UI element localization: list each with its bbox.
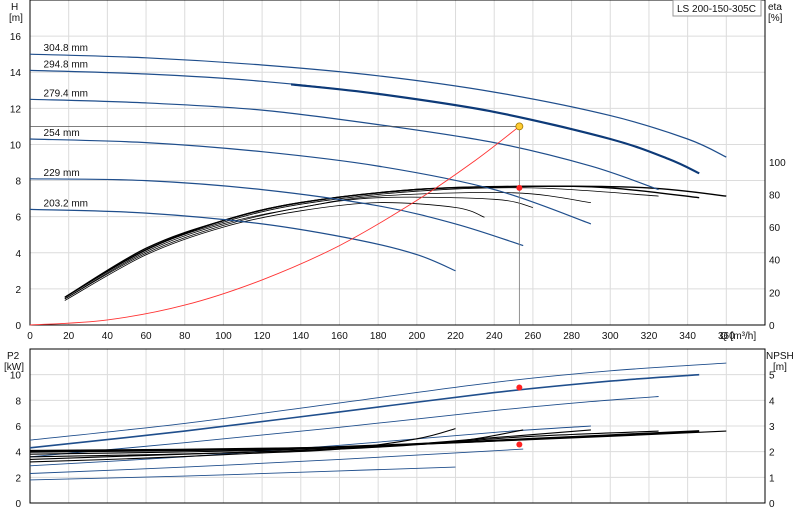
eta-tick-label: 60 <box>769 223 781 234</box>
head-axis-label: H <box>11 2 18 13</box>
title-box-group: LS 200-150-305C <box>672 0 762 17</box>
eta-tick-label: 20 <box>769 288 781 299</box>
npsh-axis-unit: [m] <box>773 362 787 373</box>
power-tick-label: 0 <box>15 499 21 510</box>
power-tick-label: 4 <box>15 448 21 459</box>
head-curve-label: 203.2 mm <box>44 198 88 209</box>
pump-curve-page: 0 20 40 60 80 100 120 140 160 180 200 220 240 260 280 3… <box>0 0 800 520</box>
x-tick-label: 240 <box>486 331 503 342</box>
x-tick-label: 120 <box>254 331 271 342</box>
head-tick-label: 4 <box>15 249 21 260</box>
head-tick-label: 2 <box>15 285 21 296</box>
power-tick-label: 6 <box>15 422 21 433</box>
npsh-axis-label: NPSH <box>766 351 794 362</box>
duty-point-head-marker <box>515 122 524 131</box>
x-tick-label: 100 <box>215 331 232 342</box>
head-tick-label: 6 <box>15 213 21 224</box>
head-panel-frame <box>29 0 766 326</box>
head-curve <box>29 69 700 174</box>
duty-point-npsh-marker <box>516 441 523 448</box>
x-tick-label: 320 <box>641 331 658 342</box>
efficiency-curve <box>64 202 485 301</box>
efficiency-curve <box>64 187 659 298</box>
head-tick-label: 0 <box>15 321 21 332</box>
x-tick-label: 20 <box>63 331 75 342</box>
npsh-tick-label: 3 <box>769 422 775 433</box>
x-tick-label: 180 <box>370 331 387 342</box>
x-tick-label: 160 <box>331 331 348 342</box>
eta-tick-label: 80 <box>769 190 781 201</box>
head-curve-selected <box>290 83 700 175</box>
x-tick-label: 300 <box>602 331 619 342</box>
x-tick-label: 80 <box>179 331 191 342</box>
x-tick-label: 280 <box>563 331 580 342</box>
power-axis-unit: [kW] <box>4 362 24 373</box>
power-curve <box>29 466 456 481</box>
x-tick-label: 40 <box>102 331 114 342</box>
efficiency-curve <box>64 192 591 300</box>
power-curve <box>29 425 591 467</box>
eta-tick-label: 0 <box>769 321 775 332</box>
x-tick-label: 60 <box>140 331 152 342</box>
power-axis-label: P2 <box>7 351 20 362</box>
x-tick-label: 220 <box>447 331 464 342</box>
npsh-tick-label: 1 <box>769 473 775 484</box>
head-axis-unit: [m] <box>9 13 23 24</box>
eta-tick-label: 100 <box>769 158 786 169</box>
pump-performance-chart: 0 20 40 60 80 100 120 140 160 180 200 220 240 260 280 3… <box>4 0 794 510</box>
npsh-curve <box>29 430 700 453</box>
duty-point-power-marker <box>516 384 523 391</box>
power-tick-label: 2 <box>15 473 21 484</box>
x-tick-label: 0 <box>27 331 33 342</box>
head-tick-label: 8 <box>15 177 21 188</box>
npsh-tick-label: 0 <box>769 499 775 510</box>
npsh-tick-label: 2 <box>769 448 775 459</box>
head-curve-label: 229 mm <box>44 168 80 179</box>
head-tick-label: 10 <box>10 140 22 151</box>
x-tick-label: 140 <box>292 331 309 342</box>
head-tick-label: 16 <box>10 32 22 43</box>
head-tick-label: 14 <box>10 68 22 79</box>
head-tick-label: 12 <box>10 104 22 115</box>
x-tick-label: 260 <box>525 331 542 342</box>
efficiency-curves <box>64 185 727 301</box>
eta-axis-unit: [%] <box>768 13 783 24</box>
head-curve-label: 304.8 mm <box>44 43 88 54</box>
eta-axis-label: eta <box>768 2 782 13</box>
head-curve-label: 294.8 mm <box>44 59 88 70</box>
flow-axis-label: Q [m³/h] <box>720 331 756 342</box>
eta-tick-label: 40 <box>769 256 781 267</box>
duty-point-eta-marker <box>516 184 523 191</box>
x-tick-label: 340 <box>679 331 696 342</box>
power-tick-label: 8 <box>15 396 21 407</box>
head-curve-label: 254 mm <box>44 128 80 139</box>
head-curve-label: 279.4 mm <box>44 88 88 99</box>
npsh-tick-label: 4 <box>769 396 775 407</box>
x-tick-label: 200 <box>408 331 425 342</box>
chart-title: LS 200-150-305C <box>677 4 756 15</box>
